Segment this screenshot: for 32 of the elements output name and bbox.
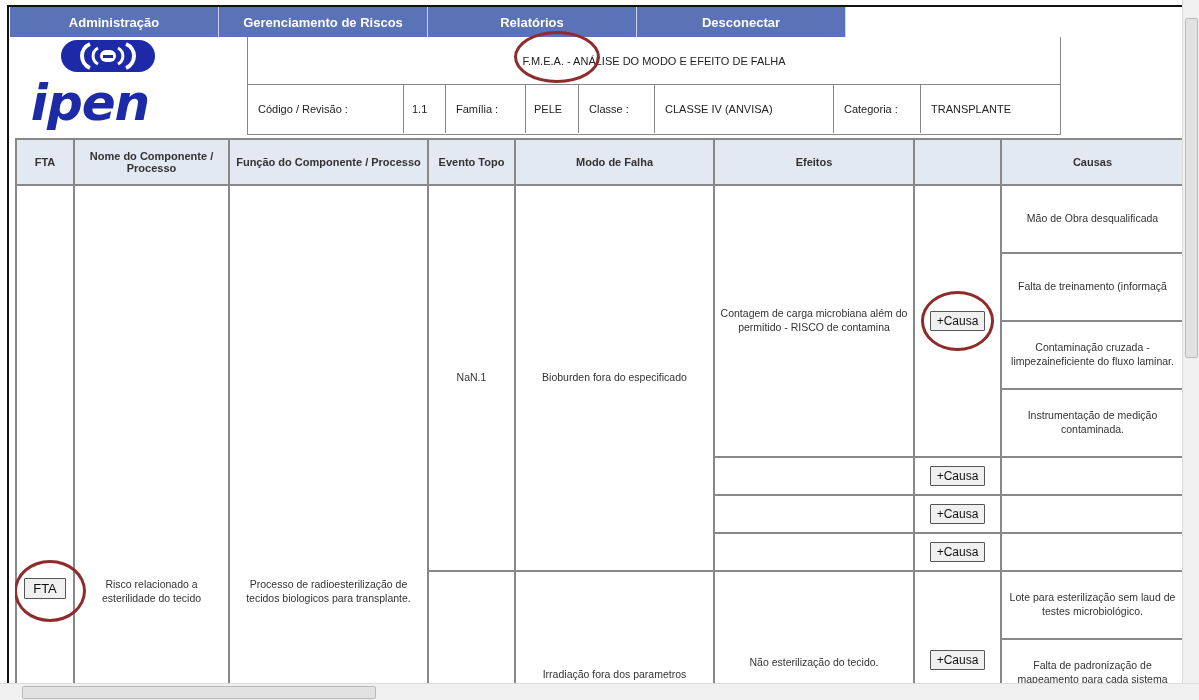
column-header: Efeitos (714, 139, 914, 185)
field-label: Classe : (579, 85, 655, 133)
field-value: CLASSE IV (ANVISA) (655, 85, 834, 133)
field-label: Código / Revisão : (248, 85, 404, 133)
column-header: Modo de Falha (515, 139, 714, 185)
column-header: Causas (1001, 139, 1183, 185)
column-header: Nome do Componente / Processo (74, 139, 229, 185)
add-cause-button[interactable]: +Causa (929, 542, 986, 562)
field-label: Família : (446, 85, 526, 133)
add-cause-button[interactable]: +Causa (929, 650, 986, 670)
horizontal-scrollbar[interactable] (0, 683, 1199, 700)
field-value: PELE (526, 85, 579, 133)
field-value: TRANSPLANTE (930, 102, 1013, 117)
nav-tab[interactable]: Gerenciamento de Riscos (219, 7, 428, 37)
nav-tab[interactable]: Relatórios (428, 7, 637, 37)
field-value: 1.1 (404, 85, 446, 133)
logo-icon (60, 39, 156, 73)
logo-text: ipen (30, 73, 151, 133)
add-cause-button[interactable]: +Causa (929, 466, 986, 486)
add-cause-button[interactable]: +Causa (929, 311, 986, 331)
add-cause-button[interactable]: +Causa (929, 504, 986, 524)
nav-tab[interactable]: Desconectar (637, 7, 846, 37)
table-cell: Contagem de carga microbiana além do permitido - RISCO de contamina (714, 185, 914, 457)
nav-tab[interactable]: Administração (10, 7, 219, 37)
vertical-scrollbar[interactable] (1182, 0, 1199, 684)
column-header: Função do Componente / Processo (229, 139, 428, 185)
table-cell: NaN.1 (428, 185, 515, 571)
field-label: Categoria : (834, 85, 921, 133)
table-cell: Bioburden fora do especificado (515, 185, 714, 571)
column-header: FTA (16, 139, 74, 185)
fta-button[interactable]: FTA (24, 578, 66, 599)
column-header: Evento Topo (428, 139, 515, 185)
